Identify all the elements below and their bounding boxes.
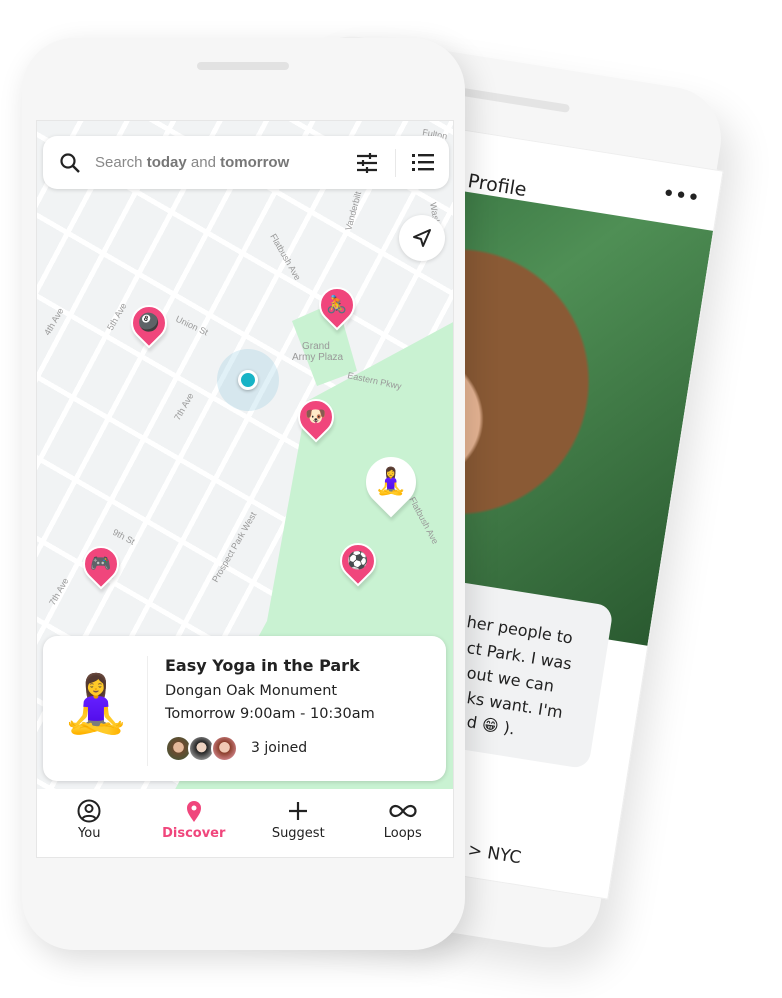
search-bar[interactable]: Search today and tomorrow [43, 136, 449, 189]
search-placeholder[interactable]: Search today and tomorrow [95, 154, 289, 171]
user-location-dot [217, 349, 279, 411]
phone-speaker [450, 86, 571, 113]
avatar [211, 735, 238, 762]
pin-emoji: 🧘‍♀️ [374, 467, 408, 497]
user-circle-icon [77, 799, 101, 823]
ellipsis-icon[interactable]: ••• [661, 183, 701, 210]
discover-screen: Fulton Flatbush Ave Vanderbilt Washingto… [36, 120, 454, 858]
map-label: Prospect Park West [210, 510, 259, 584]
discover-phone: Fulton Flatbush Ave Vanderbilt Washingto… [22, 38, 465, 950]
event-title: Easy Yoga in the Park [165, 656, 360, 675]
nav-label: Loops [383, 826, 422, 841]
nav-you[interactable]: You [37, 789, 142, 857]
pin-emoji: 🐶 [305, 407, 327, 427]
navigation-arrow-icon [413, 229, 431, 247]
pin-emoji: 🎮 [90, 554, 112, 574]
nav-suggest[interactable]: Suggest [246, 789, 351, 857]
nav-label: You [78, 826, 101, 841]
attendee-avatars[interactable] [165, 735, 238, 762]
placeholder-bold: tomorrow [220, 154, 290, 171]
map-label: Union St [174, 314, 210, 338]
phone-speaker [197, 62, 289, 70]
card-divider [147, 656, 148, 766]
nav-discover[interactable]: Discover [142, 789, 247, 857]
map-label: 4th Ave [42, 306, 66, 337]
map-label: 9th St [111, 527, 137, 547]
event-emoji: 🧘‍♀️ [61, 672, 131, 737]
event-time: Tomorrow 9:00am - 10:30am [165, 706, 375, 722]
sliders-icon[interactable] [356, 152, 378, 174]
locate-me-button[interactable] [399, 215, 445, 261]
toolbar-divider [395, 149, 396, 177]
search-icon[interactable] [59, 152, 81, 174]
map-label: 7th Ave [172, 391, 196, 422]
pin-emoji: 🎱 [138, 313, 160, 333]
nav-label: Discover [162, 826, 226, 841]
event-location: Dongan Oak Monument [165, 683, 338, 699]
placeholder-text: Search [95, 154, 147, 171]
placeholder-text: and [186, 154, 221, 171]
map-label: Vanderbilt [343, 190, 363, 232]
plus-icon [289, 802, 308, 820]
map-label: 7th Ave [47, 576, 71, 607]
infinity-icon [389, 804, 417, 818]
placeholder-bold: today [146, 154, 187, 171]
nav-label: Suggest [271, 826, 325, 841]
pin-emoji: 🚴 [326, 295, 348, 315]
nav-loops[interactable]: Loops [351, 789, 454, 857]
map-label: 5th Ave [105, 301, 129, 332]
map-label: Grand [302, 341, 330, 352]
bottom-nav: You Discover Suggest Loops [37, 789, 454, 857]
map-pin-icon [186, 801, 201, 822]
map-label: Flatbush Ave [268, 232, 303, 282]
joined-count: 3 joined [251, 740, 308, 756]
event-card[interactable]: 🧘‍♀️ Easy Yoga in the Park Dongan Oak Mo… [43, 636, 446, 781]
map-label: Army Plaza [292, 352, 344, 363]
list-icon[interactable] [412, 153, 434, 173]
pin-emoji: ⚽ [347, 551, 369, 571]
